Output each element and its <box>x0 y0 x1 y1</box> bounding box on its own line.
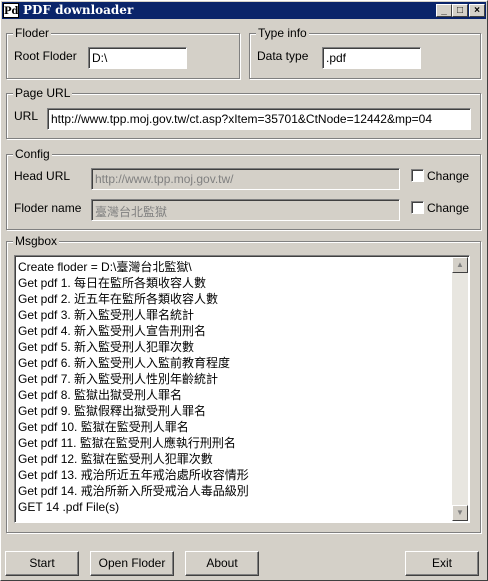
log-line: Get pdf 12. 監獄在監受刑人犯罪次數 <box>18 452 213 466</box>
log-line: GET 14 .pdf File(s) <box>18 500 120 514</box>
floder-name-input[interactable]: 臺灣台北監獄 <box>91 199 400 221</box>
root-floder-input[interactable]: D:\ <box>88 47 187 69</box>
log-line: Get pdf 9. 監獄假釋出獄受刑人罪名 <box>18 404 207 418</box>
change-head-url-label: Change <box>427 169 470 183</box>
about-button[interactable]: About <box>185 551 259 576</box>
title-bar[interactable]: Pd PDF downloader _ □ × <box>2 2 486 19</box>
vertical-scrollbar[interactable]: ▲ ▼ <box>452 257 468 521</box>
start-button[interactable]: Start <box>5 551 79 576</box>
log-line: Get pdf 3. 新入監受刑人罪名統計 <box>18 308 195 322</box>
page-url-group: Page URL URL http://www.tpp.moj.gov.tw/c… <box>6 86 481 139</box>
log-line: Get pdf 10. 監獄在監受刑人罪名 <box>18 420 189 434</box>
root-floder-label: Root Floder <box>14 49 77 63</box>
floder-group-legend: Floder <box>13 26 52 40</box>
log-line: Get pdf 13. 戒治所近五年戒治處所收容情形 <box>18 468 249 482</box>
log-line: Get pdf 7. 新入監受刑人性別年齡統計 <box>18 372 219 386</box>
exit-button[interactable]: Exit <box>405 551 479 576</box>
change-floder-name-checkbox[interactable] <box>411 201 424 214</box>
data-type-label: Data type <box>257 49 309 63</box>
log-line: Get pdf 2. 近五年在監所各類收容人數 <box>18 292 219 306</box>
change-floder-name-label: Change <box>427 201 470 215</box>
floder-group: Floder Root Floder D:\ <box>6 26 240 79</box>
scroll-up-icon[interactable]: ▲ <box>452 257 468 273</box>
log-line: Get pdf 8. 監獄出獄受刑人罪名 <box>18 388 183 402</box>
open-floder-button[interactable]: Open Floder <box>90 551 174 576</box>
config-group-legend: Config <box>13 147 52 161</box>
scroll-down-icon[interactable]: ▼ <box>452 505 468 521</box>
message-lines: Create floder = D:\臺灣台北監獄\ Get pdf 1. 每日… <box>18 259 450 515</box>
close-button[interactable]: × <box>469 4 485 17</box>
msgbox-group-legend: Msgbox <box>13 234 60 248</box>
log-line: Get pdf 11. 監獄在監受刑人應執行刑刑名 <box>18 436 236 450</box>
log-line: Get pdf 5. 新入監受刑人犯罪次數 <box>18 340 195 354</box>
app-window: Pd PDF downloader _ □ × Floder Root Flod… <box>0 0 488 581</box>
url-input[interactable]: http://www.tpp.moj.gov.tw/ct.asp?xItem=3… <box>47 108 471 130</box>
type-info-group-legend: Type info <box>256 26 309 40</box>
page-url-group-legend: Page URL <box>13 86 73 100</box>
window-title: PDF downloader <box>23 3 134 17</box>
minimize-button[interactable]: _ <box>436 4 452 17</box>
log-line: Create floder = D:\臺灣台北監獄\ <box>18 260 192 274</box>
data-type-input[interactable]: .pdf <box>322 47 421 69</box>
maximize-button[interactable]: □ <box>452 4 468 17</box>
config-group: Config Head URL http://www.tpp.moj.gov.t… <box>6 147 481 230</box>
message-log[interactable]: Create floder = D:\臺灣台北監獄\ Get pdf 1. 每日… <box>14 255 470 523</box>
type-info-group: Type info Data type .pdf <box>249 26 481 79</box>
log-line: Get pdf 1. 每日在監所各類收容人數 <box>18 276 207 290</box>
log-line: Get pdf 4. 新入監受刑人宣告刑刑名 <box>18 324 207 338</box>
log-line: Get pdf 6. 新入監受刑人入監前教育程度 <box>18 356 231 370</box>
head-url-input[interactable]: http://www.tpp.moj.gov.tw/ <box>91 168 400 190</box>
change-head-url-checkbox[interactable] <box>411 169 424 182</box>
url-label: URL <box>14 109 39 123</box>
floder-name-label: Floder name <box>14 201 82 215</box>
head-url-label: Head URL <box>14 169 71 183</box>
app-icon: Pd <box>3 3 19 18</box>
log-line: Get pdf 14. 戒治所新入所受戒治人毒品級別 <box>18 484 249 498</box>
